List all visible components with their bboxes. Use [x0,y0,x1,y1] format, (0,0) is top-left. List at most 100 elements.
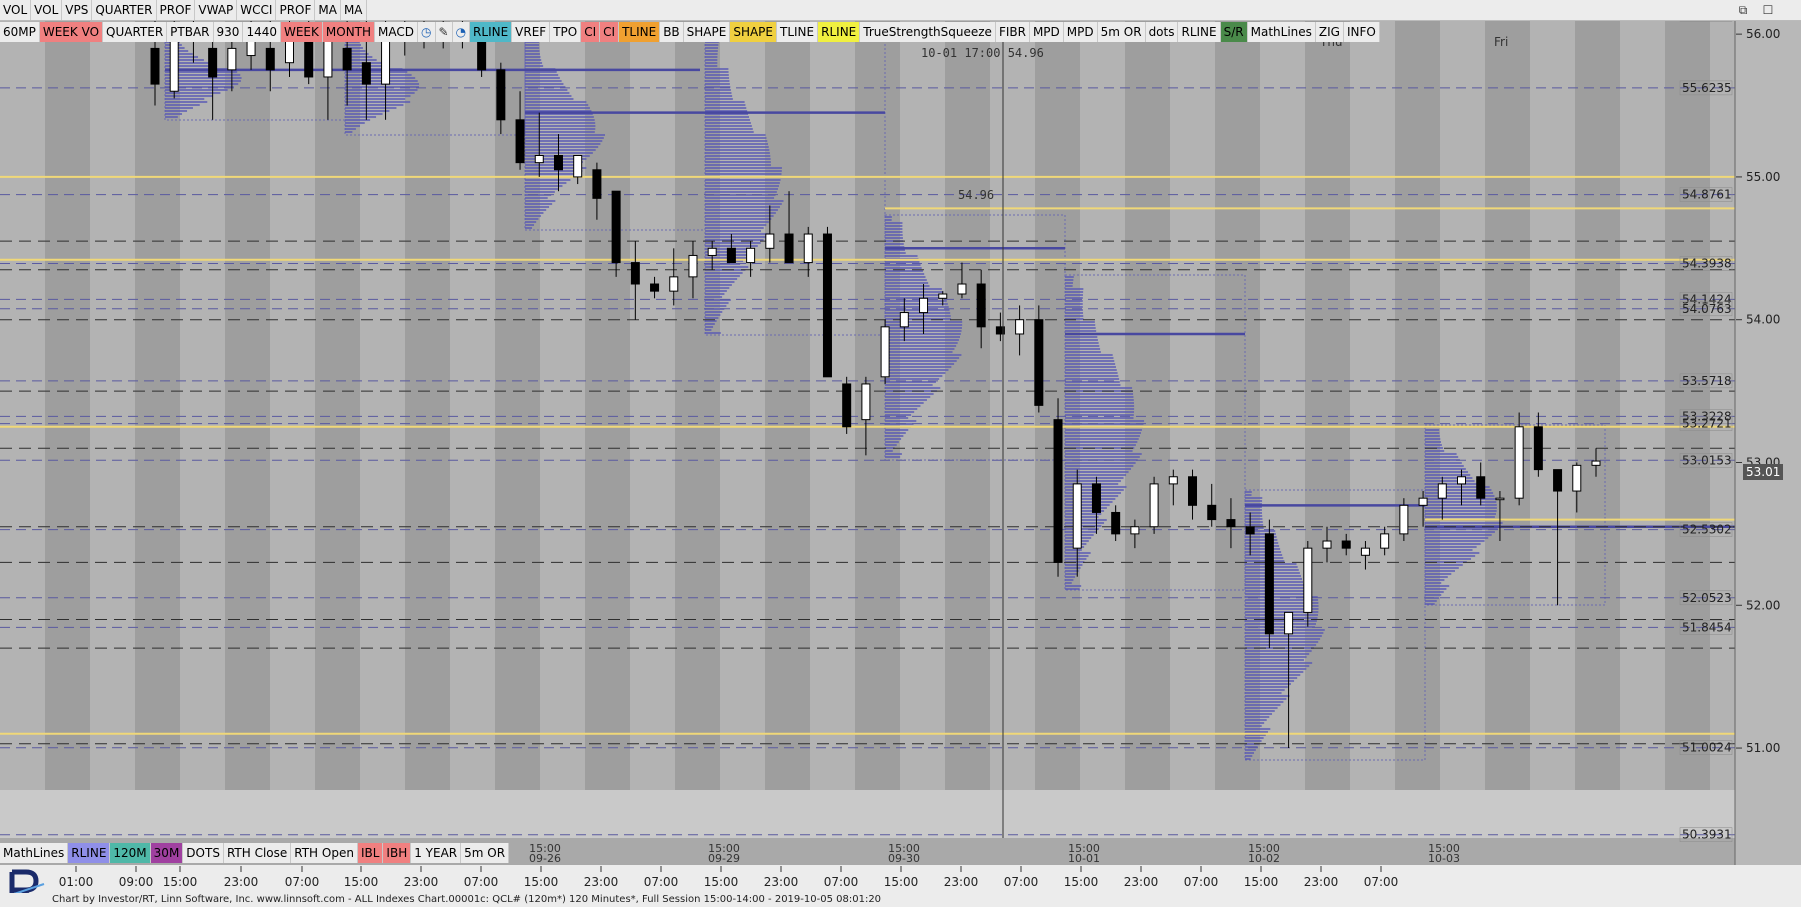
study-btn-rline[interactable]: RLINE [1178,22,1221,42]
candle-body [842,383,852,428]
toolbar-btn-wcci[interactable]: WCCI [237,0,277,20]
time-band [765,17,810,790]
candle [1149,476,1159,534]
toolbar-btn-quarter[interactable]: QUARTER [92,0,157,20]
last-price-marker: 53.01 [1743,464,1784,480]
maximize-window-icon[interactable]: ☐ [1760,2,1776,18]
bottom-btn-120m[interactable]: 120M [110,843,151,863]
time-band [1665,17,1710,790]
toolbar-btn-prof[interactable]: PROF [276,0,316,20]
study-btn-mpd[interactable]: MPD [1063,22,1098,42]
study-btn-month[interactable]: MONTH [322,22,376,42]
candle-body [1418,497,1428,506]
study-btn-week[interactable]: WEEK [280,22,323,42]
bottom-btn-1-year[interactable]: 1 YEAR [411,843,462,863]
time-band [90,17,135,790]
candle-body [1533,426,1543,471]
time-band [225,17,270,790]
toolbar-btn-vwap[interactable]: VWAP [195,0,238,20]
y-tick-label: 52.00 [1746,598,1780,612]
toolbar-btn-vps[interactable]: VPS [62,0,93,20]
study-btn-930[interactable]: 930 [213,22,244,42]
study-btn-bb[interactable]: BB [660,22,684,42]
candle-body [899,312,909,328]
candle [822,226,832,378]
study-btn-zig[interactable]: ZIG [1315,22,1344,42]
time-band [1305,17,1350,790]
toolbar-btn-ma[interactable]: MA [315,0,341,20]
x-time-label: 23:00 [944,875,979,889]
bottom-btn-ibl[interactable]: IBL [357,843,384,863]
candle-body [803,233,813,264]
study-btn-pencil-icon[interactable]: ✎ [435,22,453,42]
bottom-btn-dots[interactable]: DOTS [183,843,224,863]
x-time-label: 23:00 [224,875,259,889]
study-btn-60mp[interactable]: 60MP [0,22,40,42]
study-btn-tpo[interactable]: TPO [550,22,582,42]
study-btn-quarter[interactable]: QUARTER [103,22,168,42]
study-btn-truestrengthsqueeze[interactable]: TrueStrengthSqueeze [860,22,996,42]
study-btn-rline[interactable]: RLINE [470,22,513,42]
study-btn-mathlines[interactable]: MathLines [1247,22,1316,42]
toolbar-btn-prof[interactable]: PROF [157,0,196,20]
study-btn-fibr[interactable]: FIBR [995,22,1030,42]
bottom-btn-ibh[interactable]: IBH [383,843,412,863]
y-tick-label: 55.00 [1746,170,1780,184]
status-text: Chart by Investor/RT, Linn Software, Inc… [52,894,882,905]
session-date-label: 09-30 [888,852,920,865]
bottom-btn-5m-or[interactable]: 5m OR [461,843,510,863]
study-btn-1440[interactable]: 1440 [243,22,281,42]
toolbar-btn-vol[interactable]: VOL [0,0,32,20]
price-chart[interactable]: 56.139155.623554.876154.393854.142454.07… [0,0,1801,907]
candle-body [726,247,736,264]
study-btn-macd[interactable]: MACD [375,22,419,42]
time-band [360,17,405,790]
study-btn-mpd[interactable]: MPD [1029,22,1064,42]
toolbar-btn-vol[interactable]: VOL [31,0,63,20]
study-btn-clock-icon[interactable]: ◷ [418,22,436,42]
candle-body [1572,464,1582,492]
bottom-btn-rth-open[interactable]: RTH Open [291,843,358,863]
time-band [630,17,675,790]
study-btn-timer-icon[interactable]: ◔ [452,22,471,42]
candle-body [265,47,275,71]
candle [1034,305,1044,413]
study-btn-tline[interactable]: TLINE [777,22,819,42]
study-btn-tline[interactable]: TLINE [619,22,661,42]
price-level-label: 50.3931 [1682,828,1732,842]
time-band [720,17,765,790]
candle-body [1341,540,1351,549]
candle-body [1399,504,1409,535]
bottom-btn-30m[interactable]: 30M [150,843,184,863]
candle-body [1360,547,1370,556]
candle-body [169,40,179,92]
candle-body [1091,483,1101,513]
study-btn-info[interactable]: INFO [1343,22,1380,42]
bottom-btn-rth-close[interactable]: RTH Close [223,843,292,863]
study-btn-rline[interactable]: RLINE [818,22,861,42]
study-btn-ci[interactable]: CI [600,22,620,42]
candle-body [1303,547,1313,613]
restore-window-icon[interactable]: ⧉ [1735,2,1751,18]
candle-body [150,47,160,85]
candle-body [381,40,391,85]
candle-body [669,276,679,292]
study-btn-dots[interactable]: dots [1145,22,1179,42]
toolbar-btn-ma[interactable]: MA [341,0,367,20]
bottom-btn-rline[interactable]: RLINE [68,843,111,863]
candle-body [208,47,218,78]
study-btn-shape[interactable]: SHAPE [730,22,777,42]
study-btn-s-r[interactable]: S/R [1220,22,1248,42]
price-level-label: 53.5718 [1682,374,1732,388]
study-btn-week-vo[interactable]: WEEK VO [39,22,104,42]
study-btn-shape[interactable]: SHAPE [683,22,731,42]
study-btn-ci[interactable]: CI [581,22,601,42]
study-btn-5m-or[interactable]: 5m OR [1097,22,1146,42]
x-time-label: 15:00 [1244,875,1279,889]
candle-body [1553,469,1563,492]
time-band [1440,17,1485,790]
bottom-btn-mathlines[interactable]: MathLines [0,843,69,863]
study-btn-vref[interactable]: VREF [512,22,551,42]
candle-body [1226,519,1236,528]
study-btn-ptbar[interactable]: PTBAR [167,22,214,42]
